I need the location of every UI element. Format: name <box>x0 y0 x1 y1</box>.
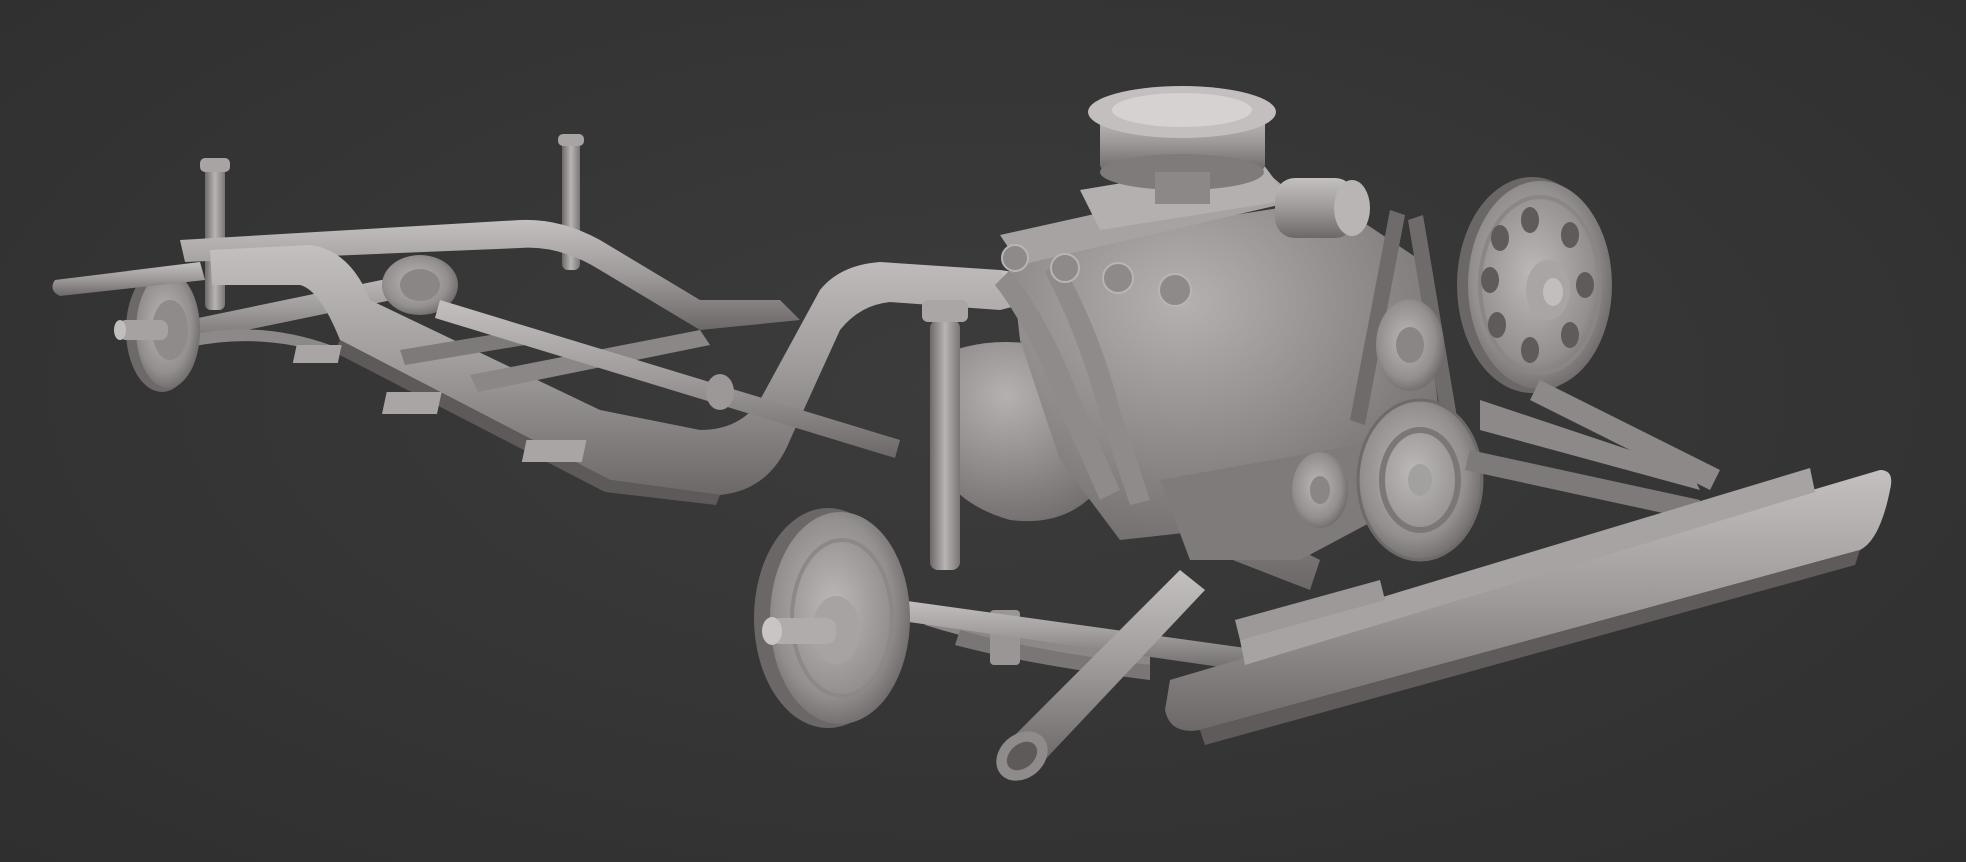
crank-pulley <box>1356 398 1484 562</box>
accessory-pulley <box>1376 299 1444 391</box>
idler-pulley <box>1292 452 1348 528</box>
fan-pulley <box>1457 177 1612 393</box>
alternator <box>1275 178 1370 238</box>
render-viewport <box>0 0 1966 862</box>
front-brake-drum <box>754 508 910 728</box>
render-scene <box>52 86 1892 781</box>
